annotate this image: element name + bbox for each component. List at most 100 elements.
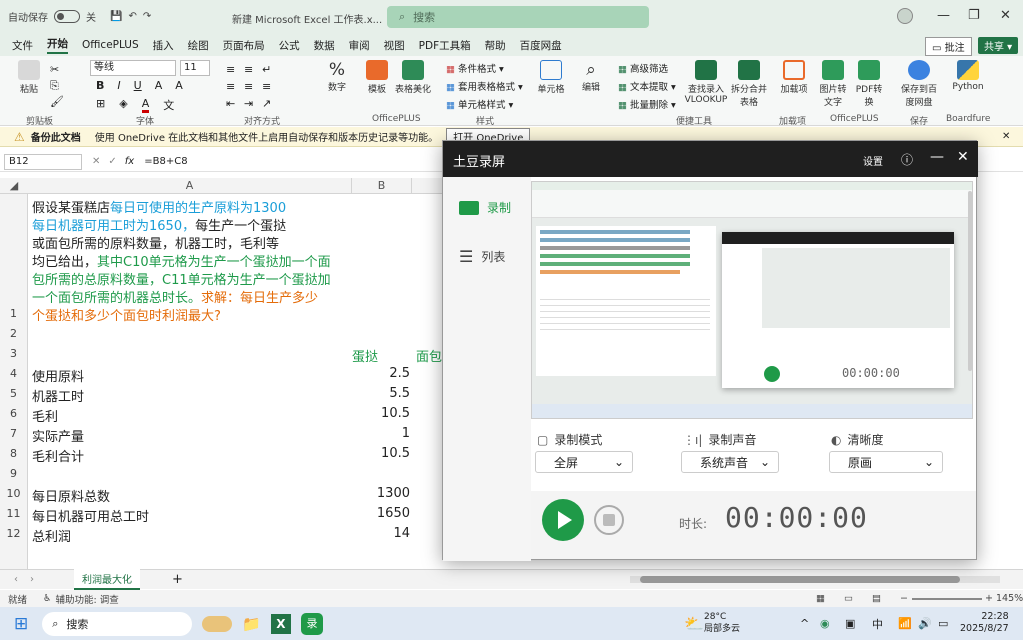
- indent-dec-icon[interactable]: ⇤: [226, 95, 244, 112]
- python-button[interactable]: Python: [950, 60, 986, 92]
- settings-button[interactable]: 设置: [863, 153, 883, 168]
- fx-label[interactable]: fx: [125, 156, 134, 167]
- table-format-button[interactable]: ▦ 套用表格格式 ▾: [446, 79, 523, 97]
- column-header-a[interactable]: A: [28, 178, 352, 194]
- comments-button[interactable]: ▭ 批注: [925, 37, 972, 56]
- edit-button[interactable]: ⌕ 编辑: [576, 60, 606, 93]
- recorder-scrollbar[interactable]: [968, 191, 972, 371]
- italic-icon[interactable]: I: [117, 79, 120, 92]
- page-layout-icon[interactable]: ▭: [844, 593, 853, 604]
- zoom-in-icon[interactable]: +: [985, 593, 993, 604]
- cell-b3-header[interactable]: 蛋挞: [352, 346, 382, 365]
- cancel-icon[interactable]: ✕: [92, 156, 100, 167]
- cell-b6[interactable]: 10.5: [352, 406, 410, 421]
- recorder-close-icon[interactable]: ✕: [957, 149, 969, 165]
- help-icon[interactable]: ⓘ: [901, 151, 913, 168]
- row-header-10[interactable]: 10: [0, 484, 28, 504]
- align-left-icon[interactable]: ≡: [226, 78, 244, 95]
- tab-page-layout[interactable]: 页面布局: [223, 38, 265, 53]
- redo-icon[interactable]: ↷: [143, 11, 151, 22]
- row-header-7[interactable]: 7: [0, 424, 28, 444]
- number-format-button[interactable]: % 数字: [322, 60, 352, 93]
- cell-style-button[interactable]: ▦ 单元格样式 ▾: [446, 97, 523, 115]
- column-header-b[interactable]: B: [352, 178, 412, 194]
- cell-a4[interactable]: 使用原料: [32, 366, 84, 385]
- cell-b8[interactable]: 10.5: [352, 446, 410, 461]
- template-button[interactable]: 模板: [362, 60, 392, 95]
- weather-widget[interactable]: 28°C 局部多云: [704, 611, 740, 635]
- orientation-icon[interactable]: ↗: [262, 95, 280, 112]
- align-right-icon[interactable]: ≡: [262, 78, 280, 95]
- scroll-thumb[interactable]: [640, 576, 960, 583]
- formula-input[interactable]: =B8+C8: [144, 156, 187, 167]
- cell-a8[interactable]: 毛利合计: [32, 446, 84, 465]
- batch-delete-button[interactable]: ▦ 批量删除 ▾: [618, 97, 676, 115]
- indent-inc-icon[interactable]: ⇥: [244, 95, 262, 112]
- row-header-4[interactable]: 4: [0, 364, 28, 384]
- excel-taskbar-icon[interactable]: X: [270, 613, 291, 634]
- underline-icon[interactable]: U: [134, 79, 142, 92]
- name-box[interactable]: B12: [4, 153, 82, 170]
- infobar-close-icon[interactable]: ✕: [1002, 131, 1010, 142]
- table-beautify-button[interactable]: 表格美化: [394, 60, 432, 95]
- tab-file[interactable]: 文件: [12, 38, 33, 53]
- border-icon[interactable]: ⊞: [96, 97, 105, 113]
- row-header-12[interactable]: 12: [0, 524, 28, 544]
- tray-expand-icon[interactable]: ^: [800, 617, 809, 630]
- clock[interactable]: 22:28 2025/8/27: [960, 611, 1009, 635]
- share-button[interactable]: 共享 ▾: [978, 37, 1019, 54]
- accessibility-status[interactable]: 辅助功能: 调查: [56, 592, 119, 606]
- tab-officeplus[interactable]: OfficePLUS: [82, 39, 139, 51]
- phonetic-icon[interactable]: 文: [163, 97, 174, 113]
- image-to-text-button[interactable]: 图片转文字: [818, 60, 848, 108]
- row-header-5[interactable]: 5: [0, 384, 28, 404]
- format-painter-icon[interactable]: 🖌: [50, 94, 64, 110]
- grow-font-icon[interactable]: A: [175, 79, 183, 92]
- next-sheet-icon[interactable]: ›: [30, 574, 34, 585]
- tab-home[interactable]: 开始: [47, 36, 68, 54]
- record-start-button[interactable]: [542, 499, 584, 541]
- tab-baidu[interactable]: 百度网盘: [520, 38, 562, 53]
- select-all-corner[interactable]: ◢: [0, 178, 28, 194]
- wrap-icon[interactable]: ↵: [262, 61, 280, 78]
- split-merge-button[interactable]: 拆分合并表格: [728, 60, 770, 108]
- file-explorer-icon[interactable]: 📁: [242, 615, 261, 633]
- tab-formulas[interactable]: 公式: [279, 38, 300, 53]
- align-center-icon[interactable]: ≡: [244, 78, 262, 95]
- tray-app-icon[interactable]: ◉: [820, 617, 830, 630]
- cell-b4[interactable]: 2.5: [352, 366, 410, 381]
- tab-help[interactable]: 帮助: [485, 38, 506, 53]
- row-header-11[interactable]: 11: [0, 504, 28, 524]
- cell-a12[interactable]: 总利润: [32, 526, 71, 545]
- cell-a7[interactable]: 实际产量: [32, 426, 84, 445]
- column-header-c[interactable]: [412, 178, 442, 194]
- minimize-icon[interactable]: —: [937, 8, 950, 23]
- row-header-1[interactable]: 1: [0, 194, 28, 324]
- cell-b7[interactable]: 1: [352, 426, 410, 441]
- ime-icon[interactable]: 中: [872, 616, 883, 632]
- cell-b10[interactable]: 1300: [352, 486, 410, 501]
- zoom-out-icon[interactable]: −: [900, 593, 908, 604]
- save-baidu-button[interactable]: 保存到百度网盘: [898, 60, 940, 108]
- cell-b11[interactable]: 1650: [352, 506, 410, 521]
- row-header-9[interactable]: 9: [0, 464, 28, 484]
- avatar[interactable]: [897, 8, 913, 24]
- paste-button[interactable]: 粘贴: [14, 60, 44, 95]
- battery-icon[interactable]: ▭: [938, 617, 948, 630]
- row-header-2[interactable]: 2: [0, 324, 28, 344]
- horizontal-scrollbar[interactable]: [630, 576, 1000, 583]
- quality-select[interactable]: 原画 ⌄: [829, 451, 943, 473]
- text-extract-button[interactable]: ▦ 文本提取 ▾: [618, 79, 676, 97]
- align-top-icon[interactable]: ≡: [226, 61, 244, 78]
- cell-a6[interactable]: 毛利: [32, 406, 58, 425]
- page-break-icon[interactable]: ▤: [872, 593, 881, 604]
- pdf-convert-button[interactable]: PDF转换: [852, 60, 886, 108]
- windows-start-icon[interactable]: ⊞: [14, 614, 28, 634]
- font-color-icon[interactable]: A: [141, 97, 150, 113]
- record-mode-select[interactable]: 全屏 ⌄: [535, 451, 633, 473]
- addin-button[interactable]: 加载项: [780, 60, 808, 95]
- advanced-filter-button[interactable]: ▦ 高级筛选: [618, 61, 676, 79]
- conditional-format-button[interactable]: ▦ 条件格式 ▾: [446, 61, 523, 79]
- sheet-tab-active[interactable]: 利润最大化: [74, 569, 140, 590]
- font-name-select[interactable]: 等线: [90, 60, 176, 76]
